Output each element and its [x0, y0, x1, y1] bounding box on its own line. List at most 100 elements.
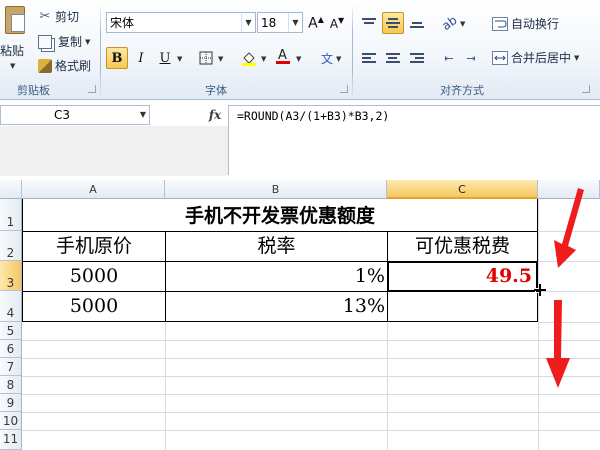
cell-c4[interactable] — [388, 292, 537, 321]
copy-button[interactable]: 复制 ▼ — [38, 33, 90, 50]
text-orientation-icon: ab — [438, 12, 460, 34]
align-left-button[interactable] — [358, 47, 380, 69]
underline-dropdown-icon[interactable]: ▼ — [177, 55, 182, 63]
grow-font-icon: A▲ — [308, 14, 324, 32]
cell-b4[interactable]: 13% — [166, 292, 385, 321]
align-bottom-button[interactable] — [406, 12, 428, 34]
clipboard-launcher-icon[interactable] — [88, 85, 96, 93]
borders-button[interactable] — [195, 47, 217, 69]
cut-button[interactable]: ✂ 剪切 — [38, 8, 79, 25]
formula-bar: C3 ▼ fx =ROUND(A3/(1+B3)*B3,2) — [0, 105, 600, 175]
paste-dropdown-icon: ▼ — [10, 62, 16, 70]
shrink-font-button[interactable]: A▼ — [326, 12, 348, 34]
paint-bucket-icon — [242, 52, 256, 66]
align-left-icon — [362, 51, 376, 65]
name-box-value: C3 — [54, 108, 71, 122]
phonetic-button[interactable]: 文 — [316, 47, 338, 69]
font-color-dropdown-icon[interactable]: ▼ — [296, 55, 301, 63]
format-painter-label: 格式刷 — [55, 59, 92, 73]
alignment-launcher-icon[interactable] — [582, 85, 590, 93]
header-cell-c2[interactable]: 可优惠税费 — [388, 232, 537, 261]
row-header-label: 7 — [6, 360, 15, 374]
row-header-label: 6 — [6, 342, 15, 356]
wrap-text-label: 自动换行 — [511, 17, 560, 31]
cell-c3-selected[interactable]: 49.5 — [387, 261, 538, 292]
row-header-label: 5 — [6, 324, 15, 338]
font-color-icon: A — [276, 48, 290, 64]
chevron-down-icon: ▼ — [241, 13, 255, 32]
align-middle-button[interactable] — [382, 12, 404, 34]
font-color-button[interactable]: A — [272, 45, 294, 67]
align-right-button[interactable] — [406, 47, 428, 69]
column-header-b[interactable]: B — [165, 180, 387, 199]
column-header-a[interactable]: A — [22, 180, 165, 199]
font-name-combo[interactable]: 宋体 ▼ — [106, 12, 256, 33]
row-header-9[interactable]: 9 — [0, 394, 22, 412]
wrap-text-button[interactable]: 自动换行 — [492, 15, 559, 32]
header-cell-a2[interactable]: 手机原价 — [23, 232, 165, 261]
row-header-10[interactable]: 10 — [0, 412, 22, 430]
paste-button[interactable]: 粘贴 ▼ — [0, 0, 30, 78]
group-separator — [100, 4, 101, 98]
select-all-corner[interactable] — [0, 180, 22, 199]
cut-label: 剪切 — [55, 10, 80, 24]
fx-icon: fx — [208, 108, 222, 122]
row-header-label: 4 — [6, 306, 15, 320]
italic-button[interactable]: I — [130, 47, 152, 69]
paste-label: 粘贴 — [0, 44, 25, 58]
orientation-dropdown-icon[interactable]: ▼ — [460, 20, 465, 28]
align-right-icon — [410, 51, 424, 65]
phonetic-icon: 文 — [320, 51, 333, 66]
align-top-button[interactable] — [358, 12, 380, 34]
italic-label: I — [138, 50, 144, 66]
underline-button[interactable]: U — [154, 47, 176, 69]
row-header-label: 8 — [6, 378, 15, 392]
font-size-combo[interactable]: 18 ▼ — [257, 12, 303, 33]
row-header-2[interactable]: 2 — [0, 231, 22, 261]
merge-center-icon — [492, 50, 508, 65]
font-size-value: 18 — [261, 15, 277, 30]
header-cell-b2[interactable]: 税率 — [166, 232, 387, 261]
font-name-value: 宋体 — [110, 16, 135, 30]
table-title[interactable]: 手机不开发票优惠额度 — [23, 201, 537, 231]
align-bottom-icon — [410, 16, 424, 30]
align-center-button[interactable] — [382, 47, 404, 69]
row-header-5[interactable]: 5 — [0, 322, 22, 340]
bold-button[interactable]: B — [106, 47, 128, 69]
merge-center-button[interactable]: 合并后居中 ▼ — [492, 49, 579, 66]
row-header-3[interactable]: 3 — [0, 261, 22, 291]
column-header-c[interactable]: C — [387, 180, 538, 199]
row-header-4[interactable]: 4 — [0, 291, 22, 322]
fill-color-dropdown-icon[interactable]: ▼ — [261, 55, 266, 63]
chevron-down-icon: ▼ — [288, 13, 302, 32]
orientation-button[interactable]: ab — [438, 12, 460, 34]
decrease-indent-button[interactable]: ⇤ — [438, 47, 460, 69]
formula-text: =ROUND(A3/(1+B3)*B3,2) — [237, 109, 390, 123]
format-painter-button[interactable]: 格式刷 — [38, 57, 91, 74]
phonetic-dropdown-icon[interactable]: ▼ — [336, 55, 341, 63]
formula-input[interactable]: =ROUND(A3/(1+B3)*B3,2) — [228, 105, 600, 175]
increase-indent-button[interactable]: ⇥ — [460, 47, 482, 69]
scissors-icon: ✂ — [39, 8, 51, 24]
name-box[interactable]: C3 ▼ — [0, 105, 150, 125]
worksheet-grid[interactable]: A B C 1 2 3 4 5 6 7 8 9 10 11 手机不开发票优惠额度… — [0, 180, 600, 450]
borders-dropdown-icon[interactable]: ▼ — [218, 55, 223, 63]
row-header-label: 1 — [6, 215, 15, 229]
fill-color-button[interactable] — [238, 47, 260, 69]
grow-font-button[interactable]: A▲ — [305, 12, 327, 34]
row-header-7[interactable]: 7 — [0, 358, 22, 376]
row-header-6[interactable]: 6 — [0, 340, 22, 358]
font-launcher-icon[interactable] — [340, 85, 348, 93]
row-header-label: 9 — [6, 396, 15, 410]
column-header-label: C — [458, 183, 466, 196]
cell-b3[interactable]: 1% — [166, 262, 385, 291]
row-header-1[interactable]: 1 — [0, 199, 22, 231]
row-header-11[interactable]: 11 — [0, 430, 22, 450]
merge-dropdown-icon: ▼ — [574, 53, 580, 62]
column-header-label: B — [271, 183, 280, 196]
red-arrow-icon — [546, 300, 570, 388]
row-header-8[interactable]: 8 — [0, 376, 22, 394]
insert-function-button[interactable]: fx — [202, 105, 228, 125]
cell-a3[interactable]: 5000 — [23, 262, 165, 291]
cell-a4[interactable]: 5000 — [23, 292, 165, 321]
